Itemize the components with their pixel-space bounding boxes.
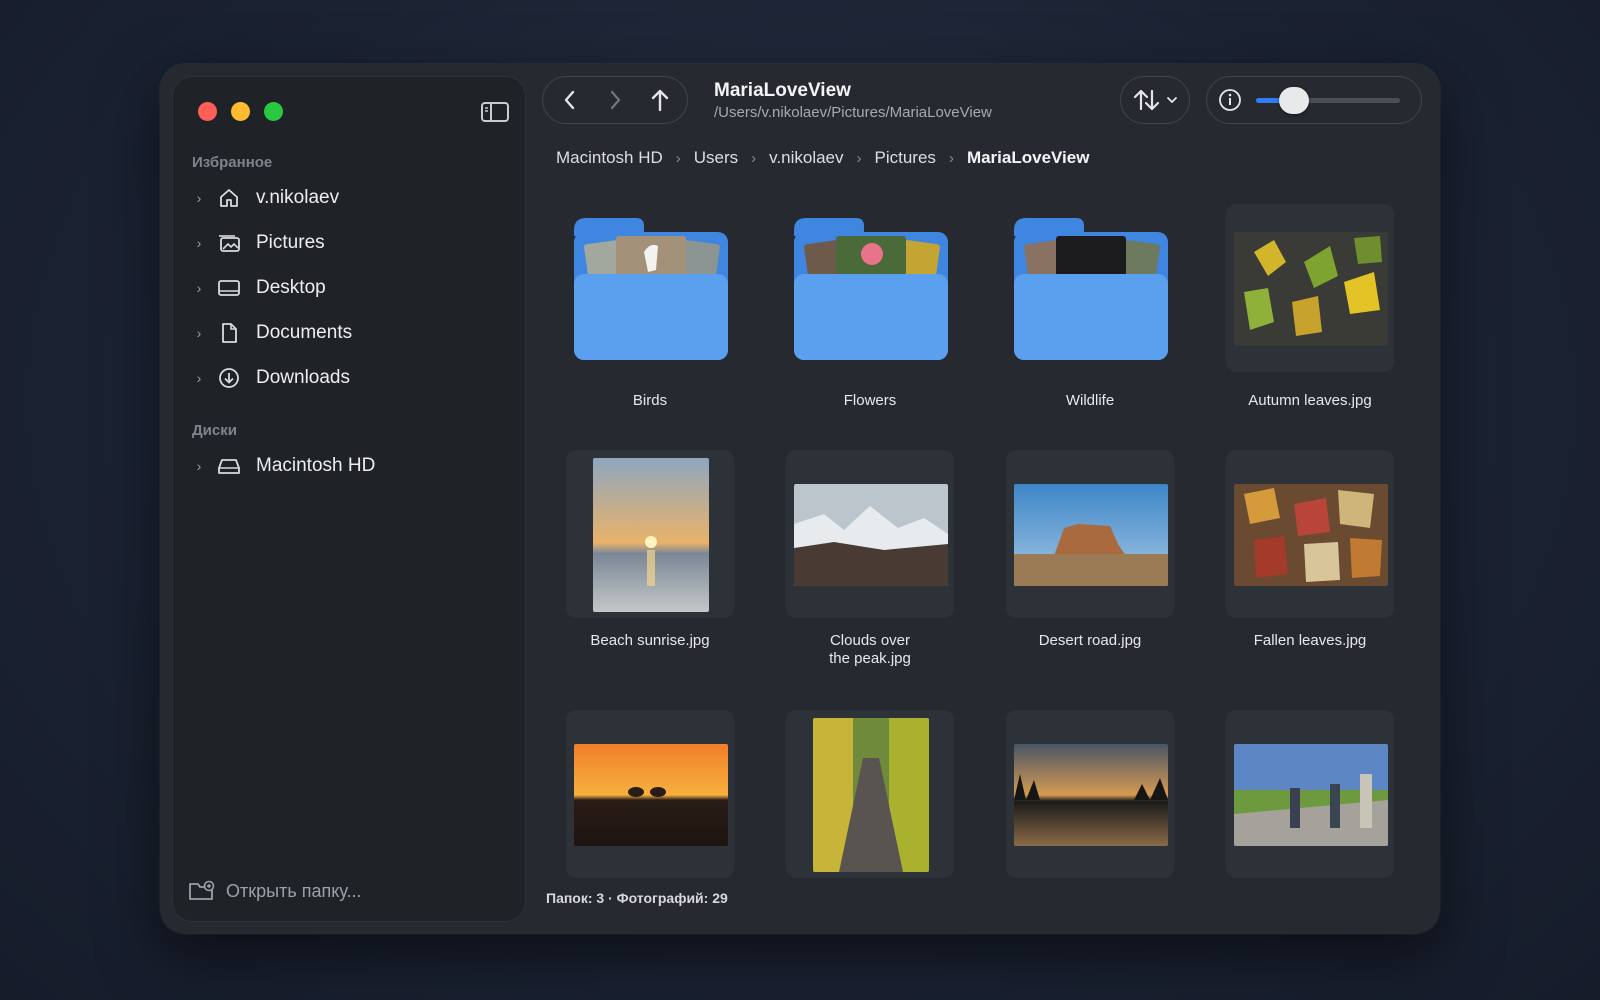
- photos-icon: [216, 232, 242, 254]
- photo-thumbnail: [1234, 744, 1388, 846]
- disks-section-title: Диски: [192, 422, 237, 439]
- open-folder-label: Открыть папку...: [226, 880, 362, 901]
- title-block: MariaLoveView /Users/v.nikolaev/Pictures…: [714, 80, 992, 121]
- up-button[interactable]: [640, 80, 680, 120]
- sidebar-item-label: Downloads: [256, 367, 350, 388]
- thumbnail-frame: [1006, 710, 1174, 878]
- sidebar-item-downloads[interactable]: › Downloads: [192, 358, 512, 398]
- window-title: MariaLoveView: [714, 80, 851, 101]
- sidebar-item-desktop[interactable]: › Desktop: [192, 268, 512, 308]
- download-icon: [216, 367, 242, 389]
- sidebar-item-label: Desktop: [256, 277, 326, 298]
- back-button[interactable]: [550, 80, 590, 120]
- close-button[interactable]: [198, 102, 217, 121]
- forward-button[interactable]: [595, 80, 635, 120]
- photo-thumbnail: [1014, 484, 1168, 586]
- finder-window: Избранное › v.nikolaev › Pictures › Desk…: [160, 64, 1440, 934]
- breadcrumb-item[interactable]: Macintosh HD: [556, 148, 663, 168]
- sidebar-item-documents[interactable]: › Documents: [192, 313, 512, 353]
- sidebar-item-label: Documents: [256, 322, 353, 343]
- chevron-right-icon[interactable]: ›: [192, 190, 206, 206]
- zoom-group: [1206, 76, 1422, 124]
- folder-add-icon: [188, 880, 216, 902]
- tile-label: Wildlife: [1065, 392, 1115, 409]
- tile-label: Flowers: [843, 392, 897, 409]
- photo-thumbnail: [593, 458, 709, 612]
- thumbnail-frame: [1226, 450, 1394, 618]
- breadcrumb-item[interactable]: v.nikolaev: [769, 148, 843, 168]
- info-icon[interactable]: [1218, 88, 1242, 112]
- folder-icon: [574, 218, 728, 360]
- chevron-right-icon: ›: [948, 149, 954, 167]
- desktop-icon: [216, 277, 242, 299]
- sort-icon: [1133, 89, 1160, 111]
- photo-thumbnail: [794, 484, 948, 586]
- photo-thumbnail: [1234, 232, 1388, 346]
- folder-icon: [794, 218, 948, 360]
- drive-icon: [216, 455, 242, 477]
- chevron-down-icon: [1167, 97, 1177, 104]
- chevron-right-icon[interactable]: ›: [192, 325, 206, 341]
- sidebar-item-macintosh-hd[interactable]: › Macintosh HD: [192, 446, 512, 486]
- chevron-right-icon[interactable]: ›: [192, 235, 206, 251]
- breadcrumb-item[interactable]: Pictures: [875, 148, 936, 168]
- photo-thumbnail: [1234, 484, 1388, 586]
- navigation-group: [542, 76, 688, 124]
- photo-thumbnail: [813, 718, 929, 872]
- file-grid: Birds Flowers Wildlife Autumn leaves.jpg…: [542, 204, 1422, 888]
- document-icon: [216, 322, 242, 344]
- sidebar-item-home[interactable]: › v.nikolaev: [192, 178, 512, 218]
- breadcrumb-item[interactable]: Users: [694, 148, 738, 168]
- status-bar: Папок: 3 · Фотографий: 29: [546, 890, 728, 906]
- chevron-right-icon[interactable]: ›: [192, 370, 206, 386]
- photo-thumbnail: [1014, 744, 1168, 846]
- sidebar-item-pictures[interactable]: › Pictures: [192, 223, 512, 263]
- folder-icon: [1014, 218, 1168, 360]
- sidebar-toggle-icon[interactable]: [480, 100, 510, 124]
- thumbnail-frame: [1226, 710, 1394, 878]
- sidebar-item-label: Pictures: [256, 232, 325, 253]
- window-controls: [198, 102, 283, 121]
- chevron-right-icon: ›: [856, 149, 862, 167]
- tile-label: Fallen leaves.jpg: [1253, 632, 1367, 649]
- chevron-right-icon: [610, 90, 621, 110]
- thumbnail-frame: [786, 710, 954, 878]
- zoom-button[interactable]: [264, 102, 283, 121]
- breadcrumb: Macintosh HD › Users › v.nikolaev › Pict…: [556, 148, 1089, 168]
- chevron-right-icon[interactable]: ›: [192, 458, 206, 474]
- chevron-right-icon[interactable]: ›: [192, 280, 206, 296]
- tile-label: Birds: [632, 392, 668, 409]
- tile-label: Desert road.jpg: [1038, 632, 1142, 649]
- chevron-right-icon: ›: [751, 149, 757, 167]
- sort-button[interactable]: [1120, 76, 1190, 124]
- sidebar: Избранное › v.nikolaev › Pictures › Desk…: [172, 76, 526, 922]
- thumbnail-frame: [786, 450, 954, 618]
- favorites-section-title: Избранное: [192, 154, 273, 171]
- sidebar-item-label: v.nikolaev: [256, 187, 340, 208]
- minimize-button[interactable]: [231, 102, 250, 121]
- zoom-slider[interactable]: [1256, 87, 1400, 114]
- breadcrumb-current[interactable]: MariaLoveView: [967, 148, 1090, 168]
- home-icon: [216, 187, 242, 209]
- open-folder-button[interactable]: Открыть папку...: [188, 880, 361, 902]
- tile-label: Beach sunrise.jpg: [590, 632, 710, 649]
- thumbnail-frame: [1226, 204, 1394, 372]
- tile-label: Clouds over the peak.jpg: [829, 632, 911, 667]
- window-path: /Users/v.nikolaev/Pictures/MariaLoveView: [714, 104, 992, 121]
- thumbnail-frame: [566, 710, 734, 878]
- sidebar-item-label: Macintosh HD: [256, 455, 376, 476]
- zoom-slider-thumb[interactable]: [1278, 87, 1309, 114]
- thumbnail-frame: [1006, 450, 1174, 618]
- arrow-up-icon: [651, 89, 668, 112]
- chevron-right-icon: ›: [675, 149, 681, 167]
- photo-thumbnail: [574, 744, 728, 846]
- thumbnail-frame: [566, 450, 734, 618]
- chevron-left-icon: [565, 90, 575, 110]
- tile-label: Autumn leaves.jpg: [1248, 392, 1372, 409]
